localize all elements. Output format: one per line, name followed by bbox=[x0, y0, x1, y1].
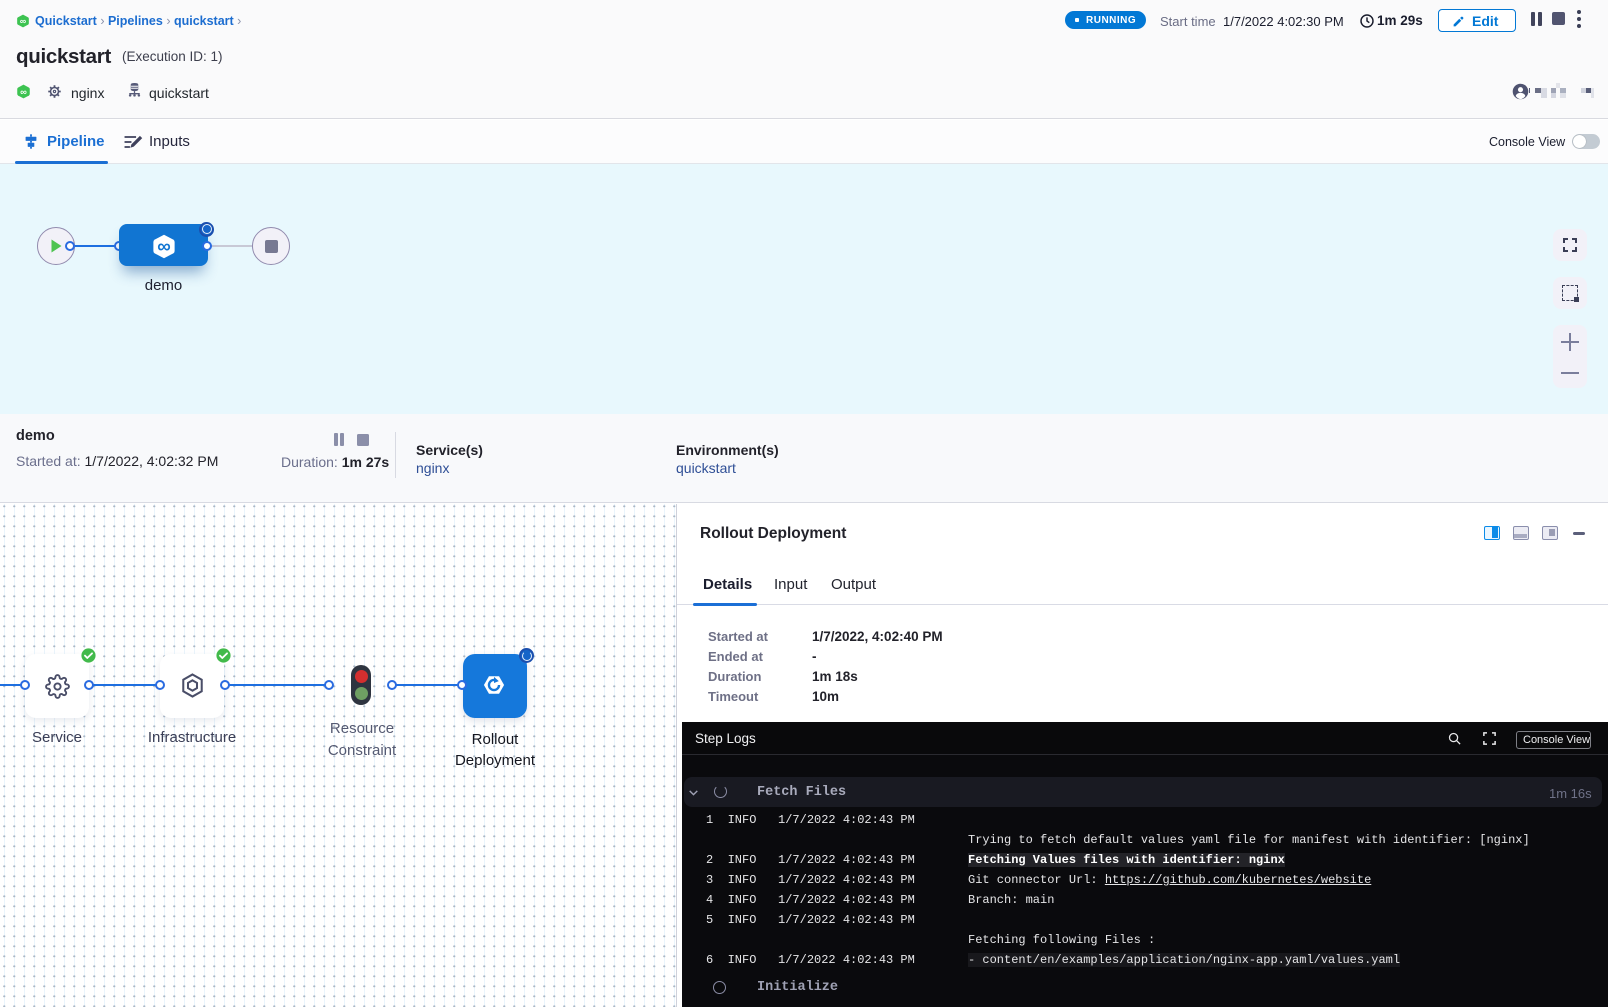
svg-text:∞: ∞ bbox=[20, 87, 27, 97]
svg-text:∞: ∞ bbox=[157, 237, 171, 258]
svg-text:∞: ∞ bbox=[20, 16, 26, 26]
